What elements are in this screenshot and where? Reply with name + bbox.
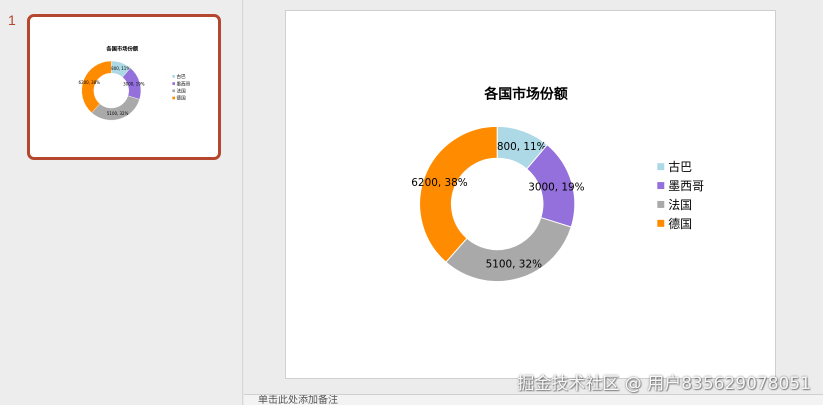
donut-chart[interactable]: 各国市场份额 1800, 11% 3000, 19% 5100, 32% 6200, 3… (286, 11, 775, 378)
thumb-legend-swatch-3 (172, 96, 176, 100)
data-label-0: 1800, 11% (490, 141, 546, 153)
slide-thumbnail[interactable]: 各国市场份额 1800, 11% 3000, 19% 5100, 32% 6200, 3… (27, 14, 221, 160)
legend-swatch-1 (657, 182, 665, 190)
data-label-3: 6200, 38% (411, 177, 467, 189)
slice-2[interactable] (445, 216, 572, 283)
thumb-slice-2[interactable] (91, 95, 140, 121)
thumb-legend-label-3: 德国 (177, 95, 187, 102)
thumb-legend-label-1: 墨西哥 (177, 81, 191, 87)
legend-swatch-2 (657, 200, 665, 208)
thumb-legend-label-2: 法国 (177, 88, 187, 95)
thumb-legend-swatch-1 (172, 82, 176, 85)
slide-thumbnail-panel: 1 各国市场份额 1800, 11% 3000, 19% 5100, 32% 6200,… (0, 0, 243, 405)
thumb-data-label-0: 1800, 11% (109, 66, 131, 71)
thumb-legend-label-0: 古巴 (177, 73, 187, 80)
legend-swatch-3 (657, 219, 665, 227)
chart-title: 各国市场份额 (483, 86, 568, 103)
thumbnail-chart: 各国市场份额 1800, 11% 3000, 19% 5100, 32% 6200, 3… (79, 44, 191, 121)
thumb-chart-title: 各国市场份额 (105, 44, 138, 52)
legend-label-0: 古巴 (668, 160, 692, 174)
watermark: 掘金技术社区 @ 用户835629078051 (517, 374, 811, 394)
data-label-1: 3000, 19% (528, 182, 584, 194)
legend-label-3: 德国 (668, 217, 692, 231)
legend-label-1: 墨西哥 (668, 179, 704, 193)
thumb-data-label-1: 3000, 19% (123, 82, 145, 87)
slide-number: 1 (8, 12, 16, 28)
thumb-legend-swatch-2 (172, 89, 176, 93)
notes-placeholder: 单击此处添加备注 (258, 395, 338, 405)
slice-3[interactable] (419, 125, 498, 263)
thumb-data-label-3: 6200, 38% (79, 80, 101, 85)
thumb-data-label-2: 5100, 32% (107, 111, 129, 116)
data-label-2: 5100, 32% (486, 258, 542, 270)
notes-pane[interactable]: 单击此处添加备注 (244, 394, 823, 405)
legend-label-2: 法国 (668, 198, 692, 212)
slide-canvas[interactable]: 各国市场份额 1800, 11% 3000, 19% 5100, 32% 6200, 3… (285, 10, 776, 379)
thumb-legend-swatch-0 (172, 75, 176, 78)
legend-swatch-0 (657, 163, 665, 171)
thumb-slice-3[interactable] (81, 60, 112, 114)
